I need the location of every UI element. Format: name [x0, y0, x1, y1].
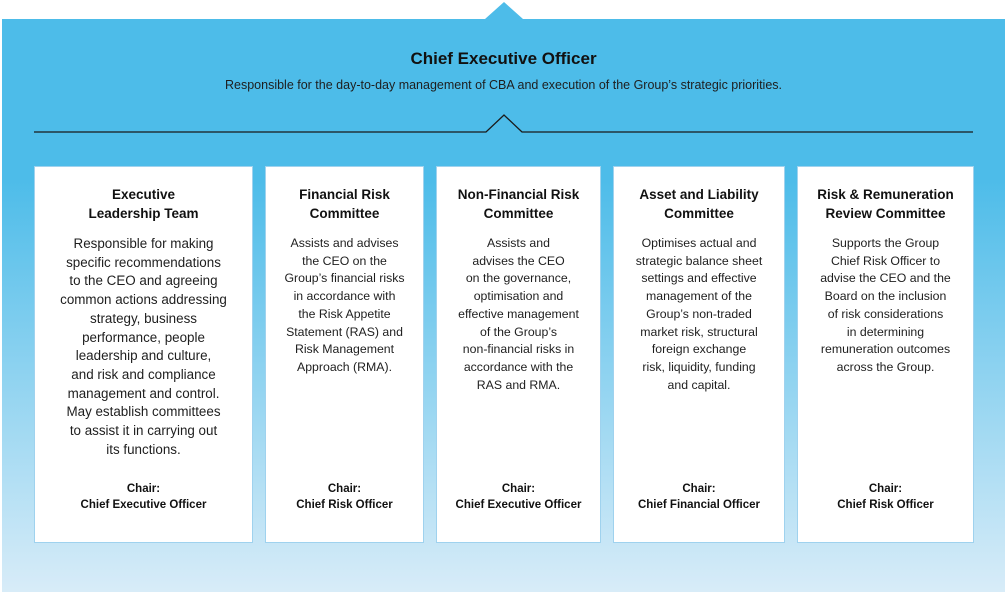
chair-label: Chair:	[682, 483, 716, 495]
chair-label: Chair:	[501, 483, 536, 495]
chair-name: Chief Risk Officer	[837, 499, 934, 511]
committee-title: Risk & Remuneration Review Committee	[817, 187, 954, 221]
chair-name: Chief Financial Officer	[637, 499, 761, 511]
committee-title: Financial Risk Committee	[299, 187, 390, 221]
committee-title: Executive Leadership Team	[88, 187, 199, 221]
ceo-description: Responsible for the day-to-day managemen…	[224, 78, 783, 92]
committee-description: Responsible for making specific recommend…	[60, 236, 227, 457]
committee-card-risk-remuneration-review: Risk & Remuneration Review Committee Supp…	[797, 166, 974, 543]
committee-description: Optimises actual and strategic balance sh…	[635, 236, 763, 392]
chair-label: Chair:	[868, 483, 903, 495]
ceo-title: Chief Executive Officer	[410, 49, 597, 68]
chair-name: Chief Executive Officer	[455, 499, 582, 511]
committee-card-executive-leadership-team: Executive Leadership Team Responsible for…	[34, 166, 253, 543]
chair-name: Chief Executive Officer	[80, 499, 207, 511]
committee-card-asset-liability: Asset and Liability Committee Optimises a…	[613, 166, 785, 543]
committee-title: Non-Financial Risk Committee	[457, 187, 580, 221]
committee-card-non-financial-risk: Non-Financial Risk Committee Assists and a…	[436, 166, 601, 543]
committee-description: Supports the Group Chief Risk Officer to a…	[820, 236, 951, 374]
committee-card-financial-risk: Financial Risk Committee Assists and advi…	[265, 166, 424, 543]
chair-label: Chair:	[327, 483, 362, 495]
committee-title: Asset and Liability Committee	[639, 187, 759, 221]
chair-label: Chair:	[126, 483, 161, 495]
chair-name: Chief Risk Officer	[296, 499, 393, 511]
committee-description: Assists and advises the CEO on the governa…	[458, 236, 579, 392]
committee-description: Assists and advises the CEO on the Group’s…	[284, 236, 405, 374]
